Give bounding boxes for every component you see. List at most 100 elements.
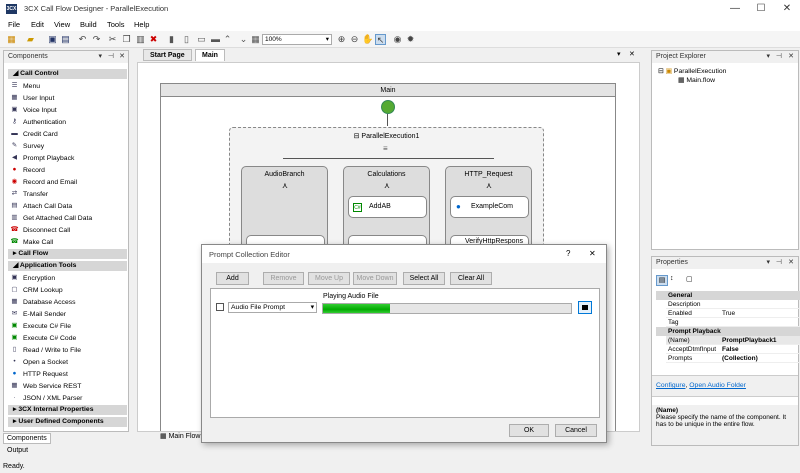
pan-icon[interactable]: ✋ [362,34,373,45]
cancel-button[interactable]: Cancel [555,424,597,437]
settings-icon[interactable]: ✹ [405,34,416,45]
tab-start-page[interactable]: Start Page [143,49,192,61]
stop-button[interactable] [578,301,592,314]
maximize-button[interactable]: ☐ [748,0,774,18]
component-database-access[interactable]: ▦ Database Access [10,297,75,308]
component-encryption[interactable]: ▣ Encryption [10,273,55,284]
tab-components[interactable]: Components [3,433,51,444]
tree-root[interactable]: ⊟ ▣ ParallelExecution [658,67,726,75]
property-row[interactable]: AcceptDtmfInput False [666,345,800,354]
prompt-checkbox[interactable] [216,303,224,311]
dropdown-icon[interactable]: ▾ [766,257,770,269]
menu-build[interactable]: Build [80,20,97,29]
properties-playback-category[interactable]: Prompt Playback [656,327,800,336]
configure-link[interactable]: Configure [656,382,685,389]
save-all-icon[interactable]: ▤ [60,34,71,45]
tab-main-flow[interactable]: ▦ Main Flow [160,432,200,440]
property-row[interactable]: Prompts (Collection) [666,354,800,363]
component-survey[interactable]: ✎ Survey [10,141,44,152]
properties-general-category[interactable]: General [656,291,800,300]
help-button[interactable]: ? [566,249,570,258]
category-call-control[interactable]: ◢ Call Control [8,69,127,79]
prompt-type-select[interactable]: Audio File Prompt ▾ [228,302,317,313]
tree-item-main-flow[interactable]: ▦ Main.flow [678,76,715,84]
menu-edit[interactable]: Edit [31,20,44,29]
move-up-button[interactable]: Move Up [308,272,350,285]
component-voice-input[interactable]: ▣ Voice Input [10,105,56,116]
block-examplecom[interactable]: ● ExampleCom [450,196,529,218]
component-transfer[interactable]: ⇄ Transfer [10,189,48,200]
property-row[interactable]: (Name) PromptPlayback1 [666,336,800,345]
arrange-icon[interactable]: ▬ [210,34,221,45]
delete-icon[interactable]: ✖ [148,34,159,45]
zoom-select[interactable]: 100% ▾ [262,34,332,45]
sort-alpha-icon[interactable]: ↕ [670,275,674,282]
align-center-icon[interactable]: ▯ [181,34,192,45]
category-application-tools[interactable]: ◢ Application Tools [8,261,127,271]
component-authentication[interactable]: ⚷ Authentication [10,117,66,128]
start-node-icon[interactable] [381,100,395,114]
component-disconnect-call[interactable]: ☎ Disconnect Call [10,225,70,236]
dropdown-icon[interactable]: ▾ [766,51,770,63]
property-pages-icon[interactable]: ▢ [686,275,693,283]
property-row[interactable]: Description [666,300,800,309]
property-row[interactable]: Enabled True [666,309,800,318]
align-icon[interactable]: ▮ [166,34,177,45]
component-attach-call-data[interactable]: ▤ Attach Call Data [10,201,72,212]
component-credit-card[interactable]: ▬ Credit Card [10,129,58,140]
copy-icon[interactable]: ❐ [121,34,132,45]
move-down-button[interactable]: Move Down [353,272,397,285]
component-web-service-rest[interactable]: ▦ Web Service REST [10,381,81,392]
remove-button[interactable]: Remove [263,272,304,285]
preview-icon[interactable]: ◉ [392,34,403,45]
category-call-flow[interactable]: ▸ Call Flow [8,249,127,259]
clear-all-button[interactable]: Clear All [450,272,492,285]
add-button[interactable]: Add [216,272,249,285]
component-menu[interactable]: ☰ Menu [10,81,40,92]
menu-help[interactable]: Help [134,20,149,29]
menu-view[interactable]: View [54,20,70,29]
component-user-input[interactable]: ▦ User Input [10,93,54,104]
block-addab[interactable]: C# AddAB [348,196,427,218]
tab-main[interactable]: Main [195,49,225,61]
minimize-button[interactable]: — [722,0,748,18]
collapse-icon[interactable]: ⌄ [238,34,249,45]
dropdown-icon[interactable]: ▾ [98,51,102,63]
component-execute-csharp-file[interactable]: ▣ Execute C# File [10,321,71,332]
component-crm-lookup[interactable]: ▢ CRM Lookup [10,285,62,296]
redo-icon[interactable]: ↷ [91,34,102,45]
pin-icon[interactable]: ⊣ [776,257,782,269]
pointer-icon[interactable]: ↖ [375,34,386,45]
component-open-socket[interactable]: • Open a Socket [10,357,68,368]
component-json-xml-parser[interactable]: · JSON / XML Parser [10,393,82,404]
cut-icon[interactable]: ✂ [107,34,118,45]
open-audio-folder-link[interactable]: Open Audio Folder [689,382,746,389]
component-prompt-playback[interactable]: ◀ Prompt Playback [10,153,74,164]
expand-icon[interactable]: ⌃ [222,34,233,45]
category-3cx-internal-properties[interactable]: ▸ 3CX Internal Properties [8,405,127,415]
ok-button[interactable]: OK [509,424,549,437]
zoom-in-icon[interactable]: ⊕ [336,34,347,45]
save-icon[interactable]: ▣ [47,34,58,45]
tab-output[interactable]: Output [7,447,28,454]
fit-icon[interactable]: ▦ [250,34,261,45]
zoom-out-icon[interactable]: ⊖ [349,34,360,45]
property-row[interactable]: Tag [666,318,800,327]
panel-close-icon[interactable]: ✕ [788,257,794,269]
paste-icon[interactable]: ▥ [135,34,146,45]
distribute-icon[interactable]: ▭ [196,34,207,45]
component-record-and-email[interactable]: ◉ Record and Email [10,177,77,188]
categorized-icon[interactable]: ▤ [656,275,668,286]
component-execute-csharp-code[interactable]: ▣ Execute C# Code [10,333,76,344]
component-get-attached-call-data[interactable]: ▥ Get Attached Call Data [10,213,92,224]
component-record[interactable]: ● Record [10,165,45,176]
component-email-sender[interactable]: ✉ E-Mail Sender [10,309,66,320]
component-http-request[interactable]: ● HTTP Request [10,369,68,380]
dialog-close-button[interactable]: ✕ [589,249,596,258]
pin-icon[interactable]: ⊣ [108,51,114,63]
select-all-button[interactable]: Select All [403,272,445,285]
open-icon[interactable]: ▰ [25,34,36,45]
pin-icon[interactable]: ⊣ [776,51,782,63]
menu-file[interactable]: File [8,20,20,29]
panel-close-icon[interactable]: ✕ [119,51,125,63]
